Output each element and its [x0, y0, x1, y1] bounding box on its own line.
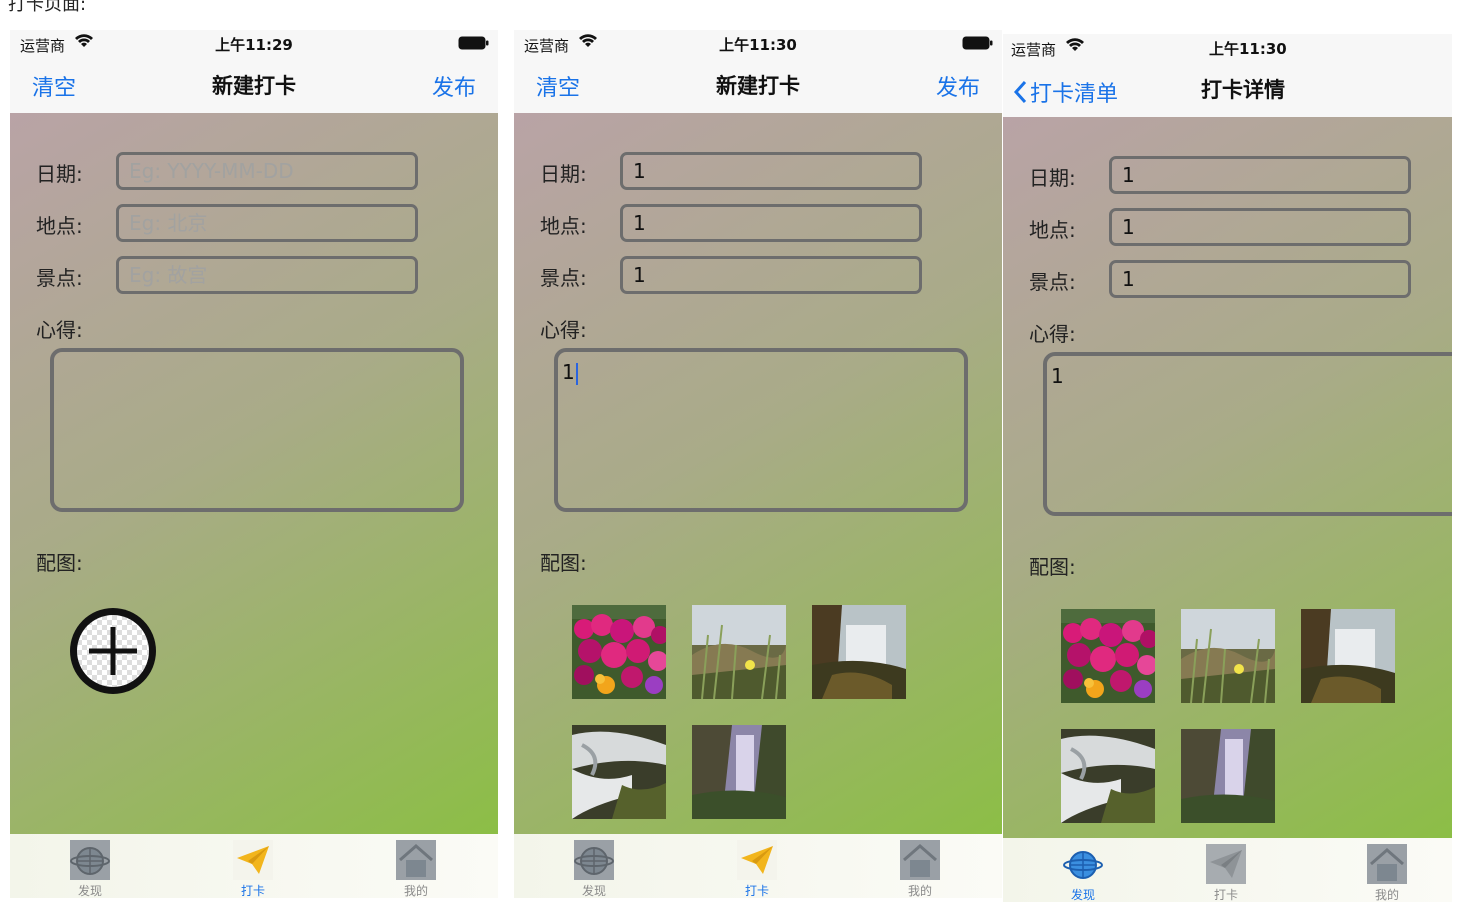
images-label: 配图: — [36, 551, 83, 575]
tab-bar: 发现 打卡 我的 — [514, 834, 1002, 898]
date-field[interactable]: 1 — [620, 152, 922, 190]
tab-discover-label: 发现 — [77, 884, 102, 898]
date-label: 日期: — [36, 162, 83, 186]
tab-checkin[interactable]: 打卡 — [1186, 842, 1266, 902]
status-time: 上午11:30 — [719, 36, 797, 54]
plus-icon — [77, 615, 149, 687]
tab-bar: 发现 打卡 我的 — [10, 834, 498, 898]
location-label: 地点: — [1029, 218, 1076, 242]
page-caption: 打卡页面: — [8, 0, 87, 15]
battery-icon — [458, 36, 490, 54]
image-thumbnail[interactable] — [1181, 609, 1275, 703]
scenic-label: 景点: — [36, 266, 83, 290]
image-thumbnail[interactable] — [1061, 729, 1155, 823]
notes-label: 心得: — [36, 318, 83, 342]
tab-mine[interactable]: 我的 — [1347, 842, 1427, 902]
date-field[interactable]: Eg: YYYY-MM-DD — [116, 152, 418, 190]
carrier-label: 运营商 — [1011, 41, 1057, 59]
house-icon — [376, 838, 456, 880]
location-label: 地点: — [540, 214, 587, 238]
tab-checkin-label: 打卡 — [744, 884, 769, 898]
tab-mine[interactable]: 我的 — [880, 838, 960, 898]
status-time: 上午11:29 — [215, 36, 293, 54]
image-thumbnail[interactable] — [1301, 609, 1395, 703]
scenic-field: 1 — [1109, 260, 1411, 298]
image-thumbnail[interactable] — [812, 605, 906, 699]
scenic-field[interactable]: Eg: 故宫 — [116, 256, 418, 294]
back-label: 打卡清单 — [1030, 82, 1119, 107]
image-thumbnail[interactable] — [692, 605, 786, 699]
scenic-label: 景点: — [1029, 270, 1076, 294]
nav-bar: 打卡清单 打卡详情 — [1003, 64, 1452, 117]
image-thumbnail[interactable] — [1181, 729, 1275, 823]
tab-mine[interactable]: 我的 — [376, 838, 456, 898]
globe-icon — [1043, 842, 1123, 884]
images-label: 配图: — [540, 551, 587, 575]
image-thumbnail[interactable] — [572, 605, 666, 699]
paper-plane-icon — [1186, 842, 1266, 884]
nav-title: 新建打卡 — [716, 74, 800, 98]
paper-plane-icon — [717, 838, 797, 880]
notes-label: 心得: — [1029, 322, 1076, 346]
wifi-icon — [1065, 37, 1085, 57]
globe-icon — [554, 838, 634, 880]
tab-discover[interactable]: 发现 — [1043, 842, 1123, 902]
status-bar: 运营商 上午11:29 — [10, 30, 498, 60]
screen-new-checkin-filled: 运营商 上午11:30 清空 新建打卡 发布 日期: 1 地点: 1 景点: 1… — [514, 30, 1002, 898]
status-bar: 运营商 上午11:30 — [1003, 34, 1452, 64]
notes-label: 心得: — [540, 318, 587, 342]
tab-discover[interactable]: 发现 — [50, 838, 130, 898]
globe-icon — [50, 838, 130, 880]
location-label: 地点: — [36, 214, 83, 238]
image-thumbnail[interactable] — [1061, 609, 1155, 703]
tab-checkin-label: 打卡 — [240, 884, 265, 898]
form-content: 日期: Eg: YYYY-MM-DD 地点: Eg: 北京 景点: Eg: 故宫… — [10, 113, 498, 834]
tab-mine-label: 我的 — [1374, 888, 1399, 902]
tab-checkin[interactable]: 打卡 — [717, 838, 797, 898]
tab-bar: 发现 打卡 我的 — [1003, 838, 1452, 902]
date-label: 日期: — [1029, 166, 1076, 190]
chevron-left-icon — [1013, 80, 1027, 104]
house-icon — [1347, 842, 1427, 884]
publish-button[interactable]: 发布 — [936, 70, 980, 102]
back-button[interactable]: 打卡清单 — [1013, 76, 1118, 108]
house-icon — [880, 838, 960, 880]
add-image-button[interactable] — [70, 608, 156, 694]
location-field[interactable]: Eg: 北京 — [116, 204, 418, 242]
nav-title: 打卡详情 — [1201, 78, 1285, 102]
tab-discover[interactable]: 发现 — [554, 838, 634, 898]
nav-bar: 清空 新建打卡 发布 — [514, 60, 1002, 113]
detail-content: 日期: 1 地点: 1 景点: 1 心得: 1 配图: — [1003, 117, 1452, 838]
image-thumbnail[interactable] — [692, 725, 786, 819]
screen-checkin-detail: 运营商 上午11:30 打卡清单 打卡详情 日期: 1 地点: 1 景点: 1 … — [1003, 34, 1452, 902]
text-caret — [575, 362, 578, 385]
image-thumbnail[interactable] — [572, 725, 666, 819]
tab-checkin[interactable]: 打卡 — [213, 838, 293, 898]
notes-text: 1 — [562, 360, 575, 384]
status-bar: 运营商 上午11:30 — [514, 30, 1002, 60]
tab-mine-label: 我的 — [907, 884, 932, 898]
notes-textarea[interactable]: 1 — [554, 348, 968, 512]
battery-icon — [962, 36, 994, 54]
tab-discover-label: 发现 — [581, 884, 606, 898]
scenic-label: 景点: — [540, 266, 587, 290]
date-label: 日期: — [540, 162, 587, 186]
tab-mine-label: 我的 — [403, 884, 428, 898]
notes-textarea[interactable] — [50, 348, 464, 512]
notes-textarea: 1 — [1043, 352, 1452, 516]
form-content: 日期: 1 地点: 1 景点: 1 心得: 1 配图: — [514, 113, 1002, 834]
nav-bar: 清空 新建打卡 发布 — [10, 60, 498, 113]
screen-new-checkin-empty: 运营商 上午11:29 清空 新建打卡 发布 日期: Eg: YYYY-MM-D… — [10, 30, 498, 898]
date-field: 1 — [1109, 156, 1411, 194]
tab-discover-label: 发现 — [1070, 888, 1095, 902]
publish-button[interactable]: 发布 — [432, 70, 476, 102]
location-field[interactable]: 1 — [620, 204, 922, 242]
status-time: 上午11:30 — [1209, 40, 1287, 58]
paper-plane-icon — [213, 838, 293, 880]
images-label: 配图: — [1029, 555, 1076, 579]
scenic-field[interactable]: 1 — [620, 256, 922, 294]
location-field: 1 — [1109, 208, 1411, 246]
tab-checkin-label: 打卡 — [1213, 888, 1238, 902]
nav-title: 新建打卡 — [212, 74, 296, 98]
